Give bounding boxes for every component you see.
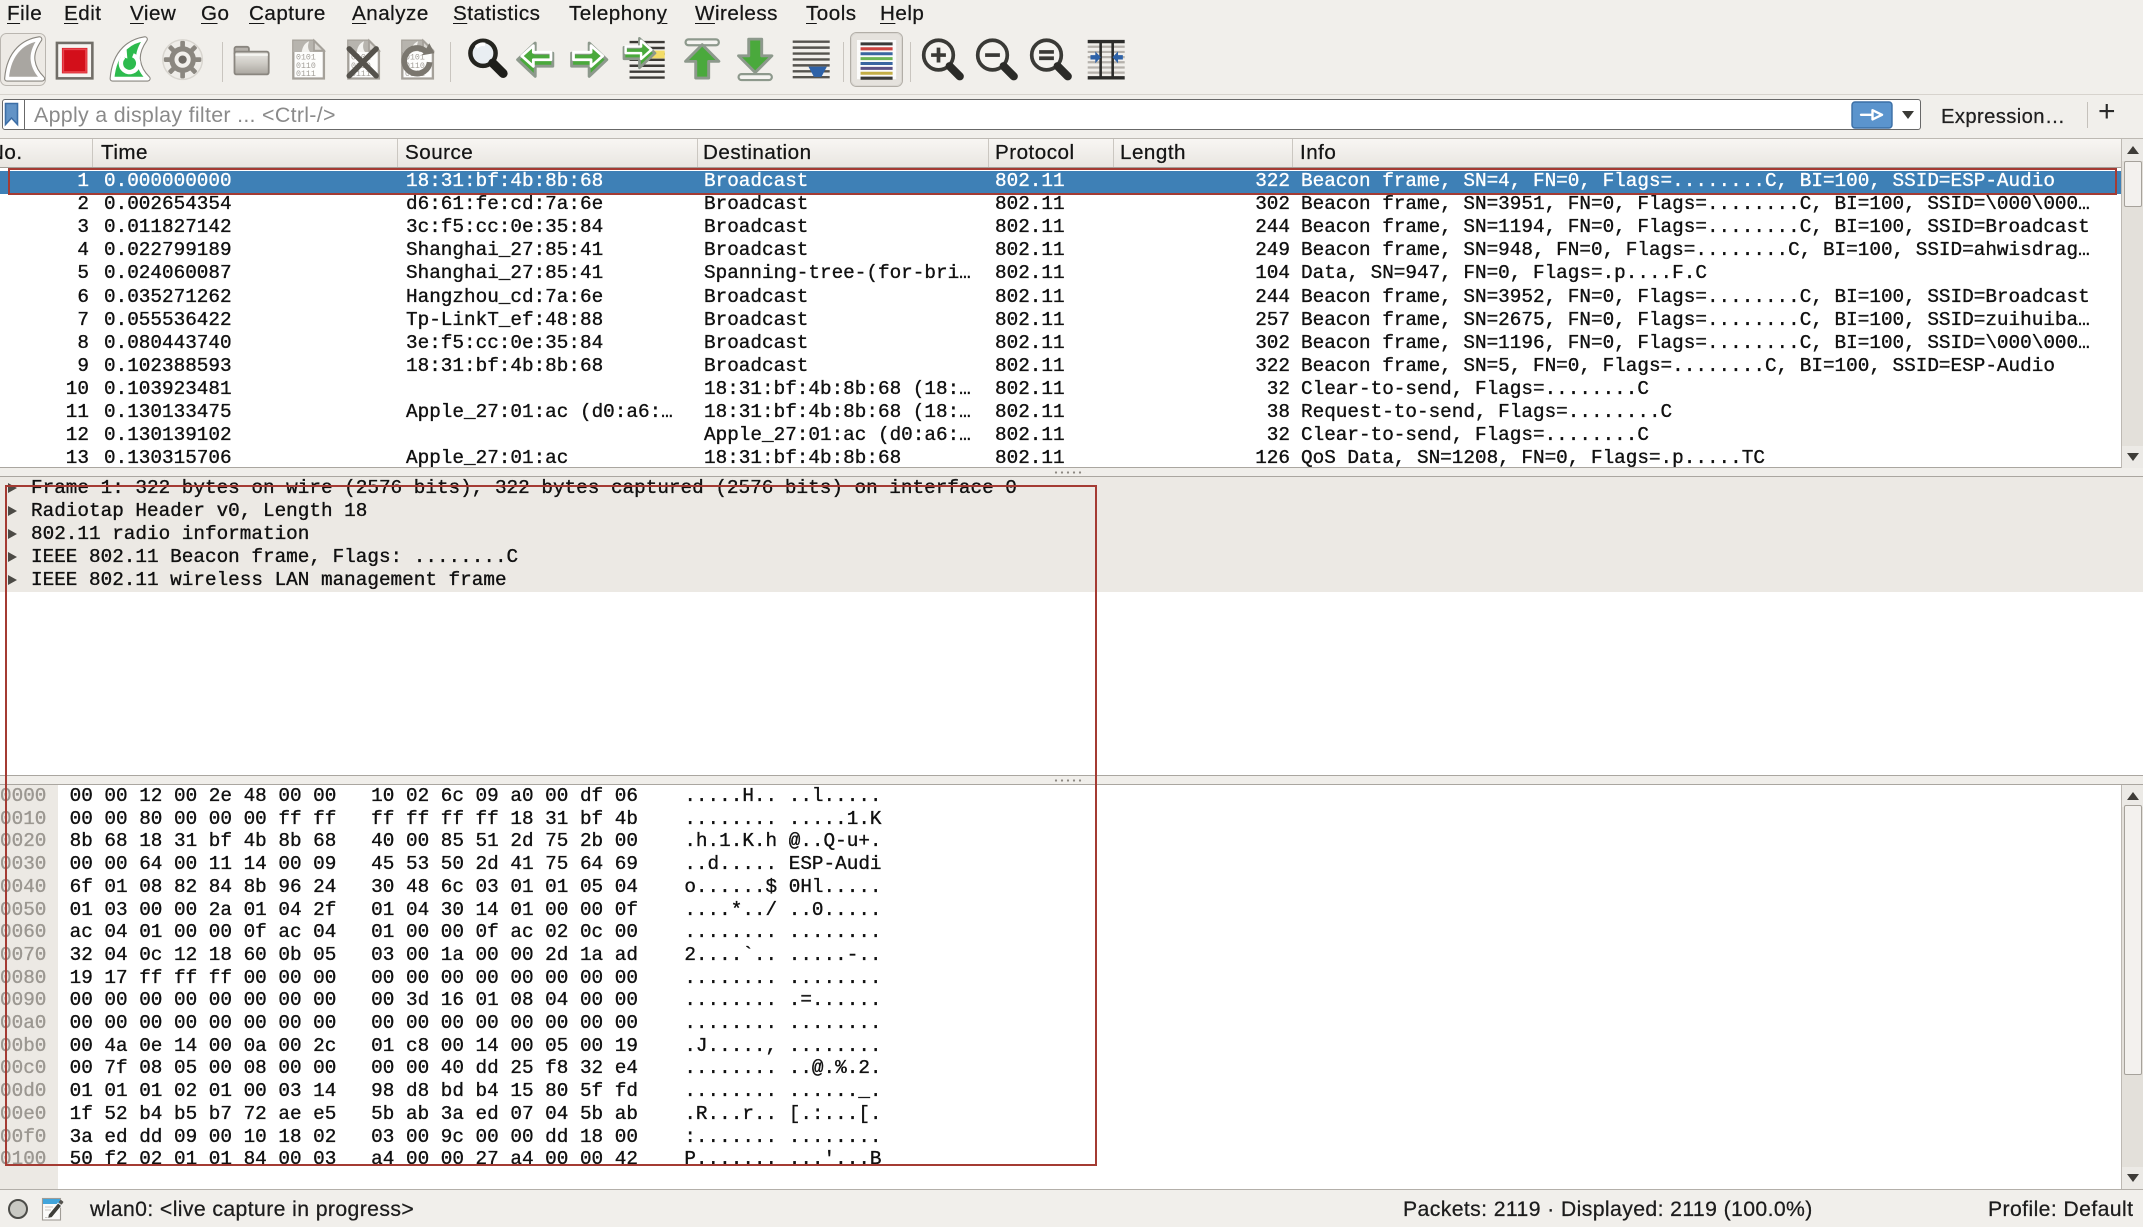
svg-text:0111: 0111	[296, 70, 316, 79]
